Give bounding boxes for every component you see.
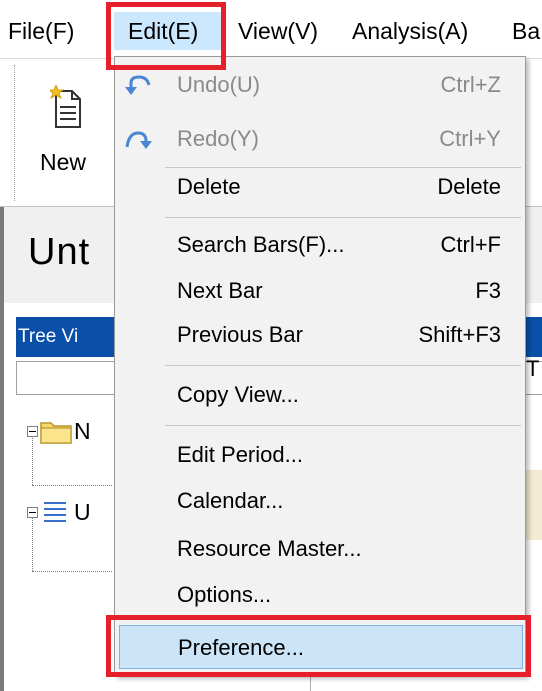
redo-icon (125, 131, 152, 149)
menu-item-shortcut: F3 (475, 278, 501, 303)
undo-icon (125, 75, 151, 95)
menu-item-shortcut: Ctrl+F (440, 232, 502, 257)
menu-item-label: Next Bar (177, 278, 263, 303)
menu-item-label: Preference... (178, 635, 304, 660)
menu-item-shortcut: Ctrl+Z (440, 72, 502, 97)
menu-item-label: Resource Master... (177, 536, 362, 561)
menu-item-preference[interactable]: Preference... (119, 625, 523, 669)
menu-item-label: Search Bars(F)... (177, 232, 345, 257)
menu-analysis[interactable]: Analysis(A) (352, 12, 468, 50)
tree-connector (32, 571, 112, 572)
menu-separator (165, 217, 521, 218)
folder-icon (40, 422, 72, 444)
menu-item-resource-master[interactable]: Resource Master... (115, 527, 525, 571)
tree-connector (32, 485, 112, 486)
tree-node-label[interactable]: U (74, 497, 91, 527)
menu-item-label: Edit Period... (177, 442, 303, 467)
menu-item-label: Previous Bar (177, 322, 303, 347)
tree-connector (32, 513, 33, 571)
document-title: Unt (28, 231, 91, 273)
new-document-icon (50, 85, 81, 128)
menu-item-options[interactable]: Options... (115, 573, 525, 617)
menu-view[interactable]: View(V) (238, 12, 318, 50)
menu-item-next-bar[interactable]: Next Bar F3 (115, 269, 525, 313)
tree-expander[interactable] (27, 507, 38, 518)
menu-item-redo[interactable]: Redo(Y) Ctrl+Y (115, 117, 525, 161)
menu-item-label: Redo(Y) (177, 126, 259, 151)
menu-separator (165, 425, 521, 426)
menu-bar-item[interactable]: Ba (512, 12, 540, 50)
menu-item-undo[interactable]: Undo(U) Ctrl+Z (115, 63, 525, 107)
menu-file[interactable]: File(F) (8, 12, 74, 50)
grid-column-label: T (526, 356, 540, 381)
menu-item-previous-bar[interactable]: Previous Bar Shift+F3 (115, 313, 525, 357)
menu-item-edit-period[interactable]: Edit Period... (115, 433, 525, 477)
menu-item-search-bars[interactable]: Search Bars(F)... Ctrl+F (115, 223, 525, 267)
new-button[interactable]: New (36, 73, 106, 193)
menu-bar: File(F) Edit(E) View(V) Analysis(A) Ba (0, 0, 542, 58)
tree-view-title: Tree Vi (18, 326, 79, 347)
menu-item-label: Calendar... (177, 488, 284, 513)
menu-item-label: Options... (177, 582, 272, 607)
menu-separator (165, 365, 521, 366)
menu-item-calendar[interactable]: Calendar... (115, 479, 525, 523)
menu-item-shortcut: Shift+F3 (418, 322, 501, 347)
new-button-label: New (40, 149, 87, 175)
tree-expander[interactable] (27, 426, 38, 437)
menu-item-label: Copy View... (177, 382, 299, 407)
menu-edit[interactable]: Edit(E) (114, 12, 221, 50)
toolbar-divider (14, 65, 17, 201)
menu-item-label: Delete (177, 174, 241, 199)
menu-item-delete[interactable]: Delete Delete (115, 165, 525, 209)
edit-menu-dropdown: Undo(U) Ctrl+Z Redo(Y) Ctrl+Y Delete Del… (114, 56, 526, 676)
tree-node-label[interactable]: N (74, 416, 91, 446)
menu-item-shortcut: Ctrl+Y (439, 126, 501, 151)
tree-connector (32, 433, 33, 485)
list-icon (44, 502, 66, 522)
menu-item-shortcut: Delete (437, 174, 501, 199)
menu-item-label: Undo(U) (177, 72, 261, 97)
menu-item-copy-view[interactable]: Copy View... (115, 373, 525, 417)
